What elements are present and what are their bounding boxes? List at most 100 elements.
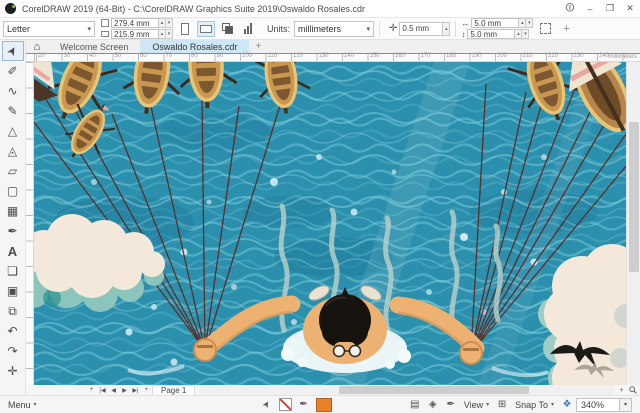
drawing-canvas[interactable] — [34, 62, 626, 385]
status-bar: Menu ▾ ➤ ✒ ▤ ◈ ✒ View ▾ ⊞ Snap To ▾ ❖ 34… — [0, 395, 640, 413]
tab-welcome-screen[interactable]: Welcome Screen — [48, 40, 140, 53]
all-pages-button[interactable] — [239, 21, 257, 37]
last-page-button[interactable]: ▶| — [130, 385, 141, 395]
outline-color-none-icon[interactable] — [279, 398, 292, 411]
property-bar: Letter ▾ 279.4 mm ▴▾ 215.9 mm ▴▾ Units: … — [0, 18, 640, 40]
landscape-button[interactable] — [197, 21, 215, 37]
units-dropdown[interactable]: millimeters ▾ — [294, 21, 374, 37]
add-tool-button[interactable]: ✛ — [2, 361, 24, 381]
artistic-media-tool[interactable]: ✎ — [2, 101, 24, 121]
magnifier-icon[interactable] — [627, 385, 638, 395]
fill-color-swatch[interactable] — [316, 398, 332, 412]
page-size-value: Letter — [7, 24, 30, 34]
minimize-button[interactable]: – — [580, 1, 600, 17]
ruler-tick-label: 60 — [140, 53, 147, 59]
transparency-tool[interactable]: ▦ — [2, 201, 24, 221]
snap-to-label: Snap To — [515, 400, 548, 410]
title-bar: CorelDRAW 2019 (64-Bit) - C:\CorelDRAW G… — [0, 0, 640, 18]
swimmer-fist-left — [194, 339, 216, 361]
contour-tool[interactable]: ▣ — [2, 281, 24, 301]
object-details-icon[interactable]: ◈ — [425, 398, 441, 412]
home-tab-button[interactable]: ⌂ — [26, 40, 48, 53]
treat-as-filled-button[interactable] — [536, 21, 554, 37]
tab-document[interactable]: Oswaldo Rosales.cdr — [140, 40, 249, 53]
landscape-icon — [200, 25, 212, 33]
view-dropdown[interactable]: View ▾ — [460, 400, 493, 410]
info-button[interactable]: 🛈 — [560, 1, 580, 17]
prev-page-button[interactable]: ◀ — [108, 385, 119, 395]
snap-to-dropdown[interactable]: Snap To ▾ — [511, 400, 558, 410]
swimmer-fist-right — [460, 342, 482, 364]
document-palette-icon[interactable]: ▤ — [407, 398, 423, 412]
dimension-tool[interactable]: ◬ — [2, 141, 24, 161]
dup-x-spin-up[interactable]: ▴ — [519, 18, 526, 28]
pen-outline-icon[interactable]: ✒ — [296, 398, 312, 412]
ruler-tick-label: 130 — [319, 53, 329, 59]
status-menu-button[interactable]: Menu ▾ — [0, 396, 43, 413]
snap-icon[interactable]: ⊞ — [494, 398, 510, 412]
ruler-tick-label: 40 — [89, 53, 96, 59]
width-spin-down[interactable]: ▾ — [166, 18, 173, 28]
rectangle-tool[interactable]: ▢ — [2, 181, 24, 201]
portrait-icon — [181, 23, 189, 35]
pick-tool[interactable]: ➤ — [2, 41, 24, 61]
ruler-tick-label: 80 — [191, 53, 198, 59]
quick-zoom-add-button[interactable]: + — [616, 385, 627, 395]
customize-toolbar-button[interactable]: + — [557, 21, 575, 37]
horizontal-scrollbar-thumb[interactable] — [339, 386, 529, 394]
text-tool[interactable]: A — [2, 241, 24, 261]
add-page-button-2[interactable]: + — [141, 385, 152, 395]
width-spin-up[interactable]: ▴ — [159, 18, 166, 28]
ruler-tick-label: 190 — [472, 53, 482, 59]
first-page-button[interactable]: |◀ — [97, 385, 108, 395]
height-spin-down[interactable]: ▾ — [166, 29, 173, 39]
clipboard-tool[interactable]: ⧉ — [2, 301, 24, 321]
current-page-button[interactable] — [218, 21, 236, 37]
dup-x-spin-down[interactable]: ▾ — [526, 18, 533, 28]
duplicate-x-input[interactable]: 5.0 mm — [471, 18, 519, 28]
next-page-button[interactable]: ▶ — [119, 385, 130, 395]
document-window-icon[interactable]: ❖ — [559, 398, 575, 412]
nudge-offset-icon: ✛ — [389, 23, 397, 34]
shape-tool[interactable]: ✐ — [2, 61, 24, 81]
nudge-spin-up[interactable]: ▴ — [443, 22, 450, 36]
drop-shadow-tool[interactable]: ❏ — [2, 261, 24, 281]
horizontal-ruler[interactable]: 2030405060708090100110120130140150160170… — [26, 54, 640, 62]
coreldraw-logo-icon — [5, 3, 16, 14]
ruler-tick-label: 160 — [395, 53, 405, 59]
duplicate-x-icon: ↔ — [461, 19, 469, 28]
page-tab[interactable]: Page 1 — [152, 385, 195, 395]
vertical-scrollbar[interactable] — [626, 62, 640, 385]
ruler-tick-label: 30 — [64, 53, 71, 59]
eraser-tool[interactable]: ▱ — [2, 161, 24, 181]
page-height-input[interactable]: 215.9 mm — [111, 29, 159, 39]
freehand-tool[interactable]: ∿ — [2, 81, 24, 101]
restore-button[interactable]: ❐ — [600, 1, 620, 17]
vertical-scrollbar-thumb[interactable] — [629, 122, 639, 272]
undo-arrow-tool[interactable]: ↶ — [2, 321, 24, 341]
page-width-input[interactable]: 279.4 mm — [111, 18, 159, 28]
eyedropper-tool[interactable]: ✒ — [2, 221, 24, 241]
vertical-ruler[interactable] — [26, 62, 34, 385]
nudge-offset-input[interactable]: 0.5 mm — [399, 22, 443, 36]
portrait-button[interactable] — [176, 21, 194, 37]
smart-drawing-tool[interactable]: △ — [2, 121, 24, 141]
dup-y-spin-up[interactable]: ▴ — [515, 29, 522, 39]
duplicate-y-input[interactable]: 5.0 mm — [467, 29, 515, 39]
dup-y-spin-down[interactable]: ▾ — [522, 29, 529, 39]
height-spin-up[interactable]: ▴ — [159, 29, 166, 39]
add-page-button[interactable]: + — [86, 385, 97, 395]
redo-arrow-tool[interactable]: ↷ — [2, 341, 24, 361]
chevron-down-icon: ▾ — [551, 401, 554, 408]
page-size-dropdown[interactable]: Letter ▾ — [3, 21, 95, 37]
ruler-tick-label: 70 — [166, 53, 173, 59]
ruler-tick-label: 100 — [242, 53, 252, 59]
zoom-level-input[interactable]: 340% — [576, 398, 620, 412]
ruler-tick-label: 90 — [217, 53, 224, 59]
cursor-position-icon: ➤ — [259, 398, 275, 412]
horizontal-scrollbar[interactable] — [199, 385, 614, 395]
close-button[interactable]: ✕ — [620, 1, 640, 17]
new-document-tab-button[interactable]: + — [249, 40, 267, 53]
eyedropper-status-icon[interactable]: ✒ — [443, 398, 459, 412]
zoom-dropdown-arrow[interactable]: ▾ — [620, 398, 632, 412]
